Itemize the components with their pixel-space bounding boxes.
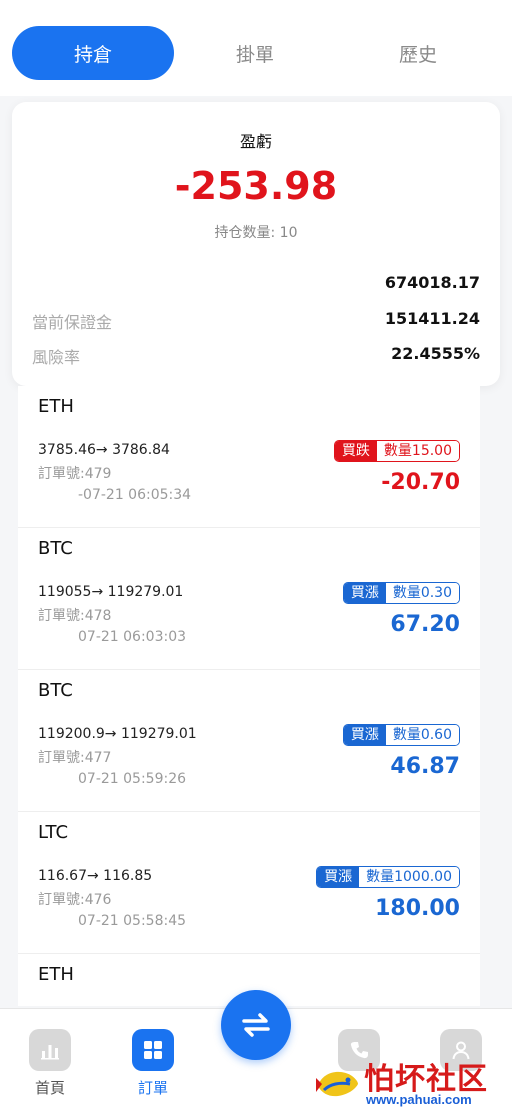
order-list: ETH 3785.46→ 3786.84 訂單號:479 -07-21 06:0… [18,386,480,1006]
quantity-label: 數量0.60 [385,725,459,745]
quantity-label: 數量1000.00 [359,867,459,887]
stat-row-risk-rate: 風險率 22.4555% [32,344,480,368]
order-profit: -20.70 [381,470,460,495]
list-item[interactable]: BTC 119055→ 119279.01 訂單號:478 07-21 06:0… [18,528,480,670]
fish-logo-icon [316,1071,358,1097]
pnl-label: 盈虧 [239,132,272,151]
direction-badge: 買漲 數量0.30 [342,582,460,604]
order-time: 07-21 05:59:26 [78,771,187,787]
position-count-value: 10 [279,225,298,241]
position-count: 持仓数量: 10 [12,222,500,242]
grid-icon [132,1029,174,1071]
order-time: 07-21 05:58:45 [78,913,187,929]
order-symbol: LTC [38,822,69,843]
direction-badge: 買跌 數量15.00 [333,440,460,462]
site-watermark: 怕坏社区 www.pahuai.com [312,1054,508,1112]
order-prices: 116.67→ 116.85 [38,868,153,884]
position-count-label: 持仓数量: [214,225,276,241]
swap-trade-button[interactable] [221,990,291,1060]
summary-card: 盈虧 -253.98 持仓数量: 10 674018.17 當前保證金 1514… [12,102,500,386]
direction-label: 買漲 [343,725,386,745]
nav-item-home[interactable]: 首頁 [10,1029,90,1099]
watermark-url: www.pahuai.com [366,1092,472,1107]
order-prices: 3785.46→ 3786.84 [38,442,170,458]
quantity-label: 數量15.00 [376,441,459,461]
order-profit: 180.00 [375,896,460,921]
stat-row-margin: 當前保證金 151411.24 [32,309,480,333]
order-profit: 46.87 [390,754,460,779]
stat-row-balance: 674018.17 [32,273,480,297]
direction-badge: 買漲 數量0.60 [342,724,460,746]
quantity-label: 數量0.30 [385,583,459,603]
stat-value: 151411.24 [384,309,480,328]
stat-label: 風險率 [32,348,81,367]
tab-pending-orders[interactable]: 掛單 [174,26,336,80]
pnl-value: -253.98 [174,164,338,208]
order-time: -07-21 06:05:34 [78,487,192,503]
stat-label: 當前保證金 [32,313,113,332]
nav-label: 首頁 [34,1079,65,1097]
swap-arrows-icon [242,1013,270,1037]
order-tabs: 持倉 掛單 歷史 [0,0,512,96]
order-profit: 67.20 [390,612,460,637]
nav-item-orders[interactable]: 訂單 [113,1029,193,1099]
direction-label: 買漲 [317,867,360,887]
list-item[interactable]: LTC 116.67→ 116.85 訂單號:476 07-21 05:58:4… [18,812,480,954]
order-prices: 119055→ 119279.01 [38,584,184,600]
order-number: 訂單號:477 [38,750,112,766]
tab-positions[interactable]: 持倉 [12,26,174,80]
order-number: 訂單號:476 [38,892,112,908]
order-symbol: ETH [38,964,74,985]
order-time: 07-21 06:03:03 [78,629,187,645]
list-item[interactable]: ETH 3785.46→ 3786.84 訂單號:479 -07-21 06:0… [18,386,480,528]
nav-label: 訂單 [137,1079,168,1097]
bar-chart-icon [29,1029,71,1071]
direction-badge: 買漲 數量1000.00 [316,866,460,888]
direction-label: 買跌 [334,441,377,461]
stat-value: 22.4555% [391,344,480,363]
list-item[interactable]: BTC 119200.9→ 119279.01 訂單號:477 07-21 05… [18,670,480,812]
order-prices: 119200.9→ 119279.01 [38,726,197,742]
stat-value: 674018.17 [384,273,480,292]
order-number: 訂單號:479 [38,466,112,482]
order-number: 訂單號:478 [38,608,112,624]
order-symbol: BTC [38,680,73,701]
tab-history[interactable]: 歷史 [336,26,500,80]
order-symbol: ETH [38,396,74,417]
direction-label: 買漲 [343,583,386,603]
order-symbol: BTC [38,538,73,559]
